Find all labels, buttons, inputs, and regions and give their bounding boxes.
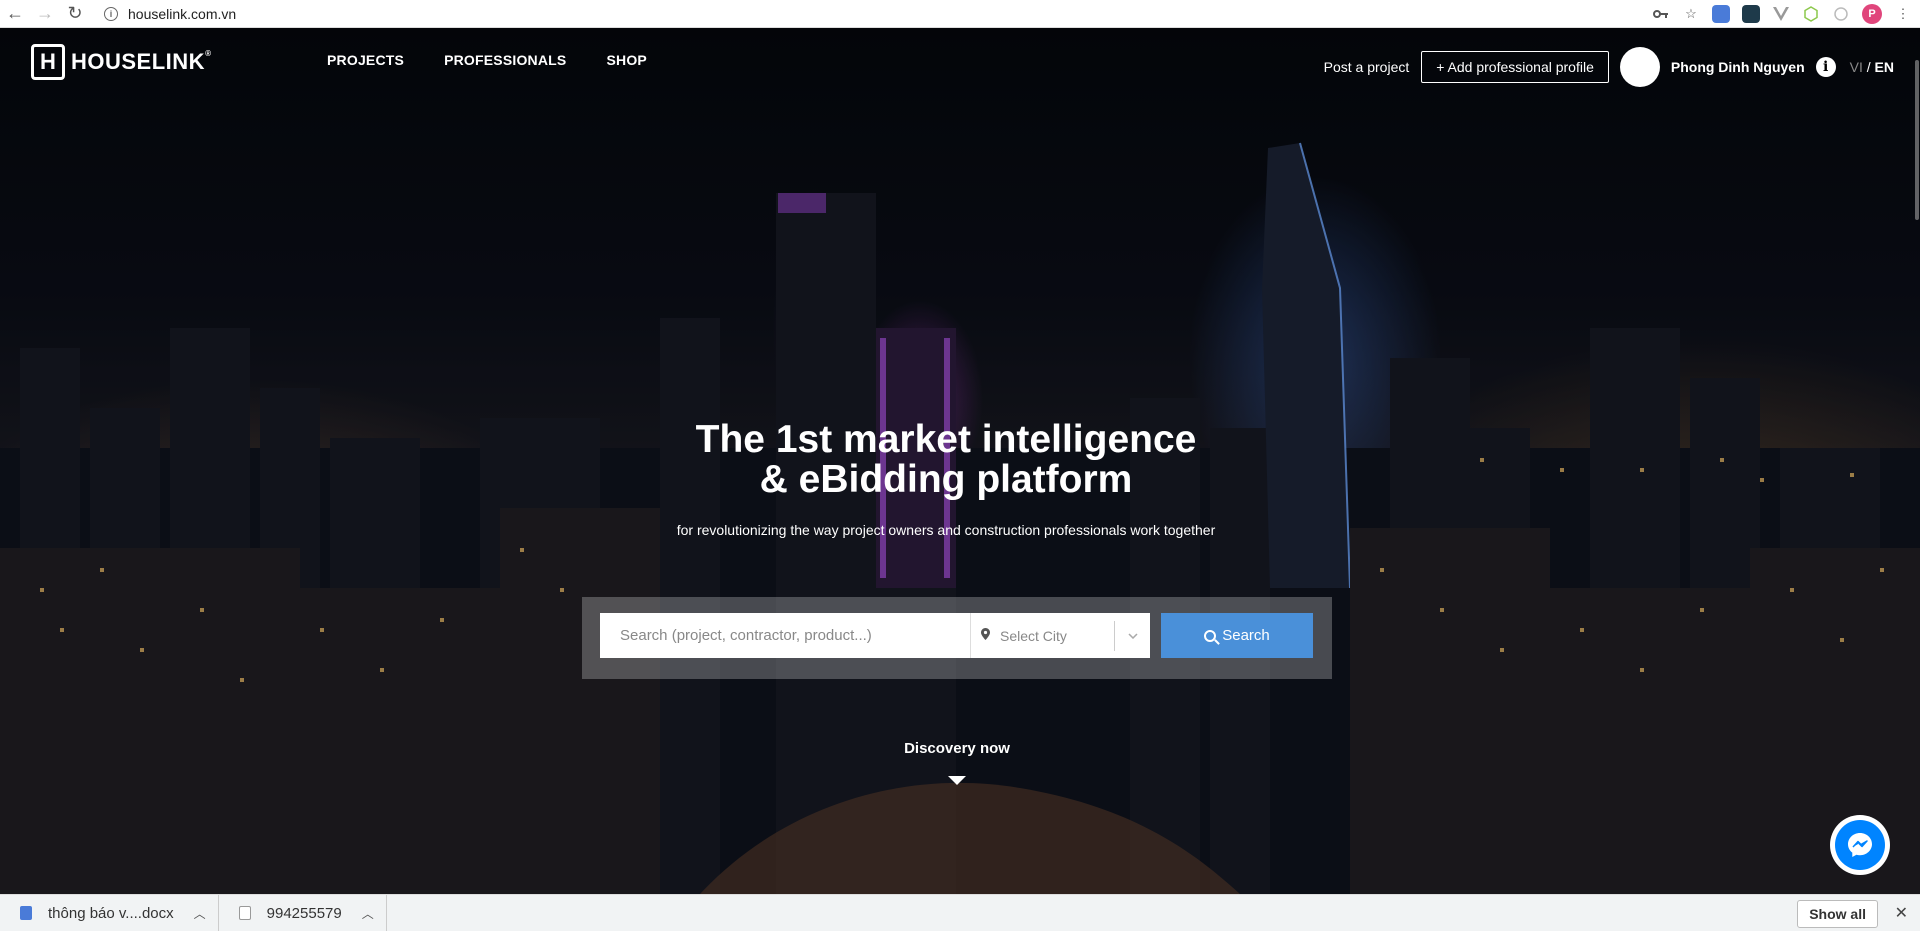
close-icon[interactable]: ✕ bbox=[1895, 903, 1908, 923]
houselink-logo[interactable]: H HOUSELINK® bbox=[31, 44, 211, 80]
post-project-link[interactable]: Post a project bbox=[1324, 59, 1410, 75]
browser-toolbar: ← → ↻ i houselink.com.vn ☆ P ⋮ bbox=[0, 0, 1920, 28]
city-select[interactable]: Select City bbox=[970, 613, 1150, 658]
info-icon[interactable]: i bbox=[1815, 57, 1836, 77]
hero-section: H HOUSELINK® PROJECTS PROFESSIONALS SHOP… bbox=[0, 28, 1920, 894]
downloads-bar: thông báo v....docx ︿ 994255579 ︿ Show a… bbox=[0, 894, 1920, 931]
download-item[interactable]: thông báo v....docx ︿ bbox=[0, 894, 219, 931]
discovery-now-link[interactable]: Discovery now bbox=[0, 740, 1914, 757]
key-icon[interactable] bbox=[1652, 5, 1670, 23]
map-pin-icon bbox=[981, 628, 990, 643]
search-panel: Select City Search bbox=[582, 597, 1332, 679]
chevron-up-icon[interactable]: ︿ bbox=[362, 905, 374, 922]
hero-title-line1: The 1st market intelligence bbox=[695, 418, 1197, 461]
circle-extension-icon[interactable] bbox=[1832, 5, 1850, 23]
hero-title-line2: & eBidding platform bbox=[759, 458, 1133, 501]
download-filename: thông báo v....docx bbox=[48, 904, 174, 922]
lang-separator: / bbox=[1862, 59, 1875, 75]
caret-down-icon[interactable] bbox=[948, 776, 966, 785]
file-icon bbox=[238, 906, 251, 920]
main-nav: PROJECTS PROFESSIONALS SHOP bbox=[327, 52, 647, 68]
nav-shop-link[interactable]: SHOP bbox=[606, 52, 646, 68]
site-header: H HOUSELINK® PROJECTS PROFESSIONALS SHOP… bbox=[0, 28, 1920, 98]
url-text[interactable]: houselink.com.vn bbox=[128, 6, 236, 22]
chevron-up-icon[interactable]: ︿ bbox=[194, 905, 206, 922]
word-document-icon bbox=[20, 906, 32, 920]
react-extension-icon[interactable] bbox=[1742, 5, 1760, 23]
extensions-area: ☆ P ⋮ bbox=[1652, 0, 1920, 28]
language-switcher: VI / EN bbox=[1850, 59, 1894, 75]
hero-subtitle: for revolutionizing the way project owne… bbox=[676, 522, 1216, 538]
download-item[interactable]: 994255579 ︿ bbox=[219, 894, 387, 931]
vue-extension-icon[interactable] bbox=[1772, 5, 1790, 23]
profile-avatar-icon[interactable]: P bbox=[1862, 4, 1882, 24]
search-input[interactable] bbox=[600, 613, 970, 658]
show-all-downloads-button[interactable]: Show all bbox=[1797, 900, 1878, 928]
search-button[interactable]: Search bbox=[1161, 613, 1313, 658]
chevron-down-icon[interactable] bbox=[1114, 620, 1150, 651]
back-icon[interactable]: ← bbox=[0, 0, 30, 28]
reload-icon[interactable]: ↻ bbox=[60, 0, 90, 28]
lang-vi-link[interactable]: VI bbox=[1850, 59, 1863, 75]
add-professional-profile-button[interactable]: + Add professional profile bbox=[1421, 51, 1609, 83]
messenger-chat-button[interactable] bbox=[1830, 815, 1890, 875]
site-info-icon[interactable]: i bbox=[104, 6, 118, 21]
search-icon bbox=[1204, 629, 1217, 642]
bookmark-star-icon[interactable]: ☆ bbox=[1682, 5, 1700, 23]
user-name[interactable]: Phong Dinh Nguyen bbox=[1671, 59, 1805, 75]
forward-icon[interactable]: → bbox=[30, 0, 60, 28]
address-bar[interactable]: i houselink.com.vn bbox=[104, 0, 236, 28]
logo-text: HOUSELINK® bbox=[71, 49, 212, 74]
city-select-label: Select City bbox=[1000, 627, 1067, 644]
download-filename: 994255579 bbox=[266, 904, 342, 922]
node-extension-icon[interactable] bbox=[1802, 5, 1820, 23]
translate-extension-icon[interactable] bbox=[1712, 5, 1730, 23]
scrollbar-thumb[interactable] bbox=[1915, 60, 1919, 220]
browser-menu-icon[interactable]: ⋮ bbox=[1894, 5, 1912, 23]
lang-en-link[interactable]: EN bbox=[1875, 59, 1894, 75]
page-scrollbar[interactable] bbox=[1914, 56, 1920, 894]
hero-title: The 1st market intelligence & eBidding p… bbox=[0, 420, 1892, 500]
nav-professionals-link[interactable]: PROFESSIONALS bbox=[444, 52, 566, 68]
nav-projects-link[interactable]: PROJECTS bbox=[327, 52, 404, 68]
header-right: Post a project + Add professional profil… bbox=[1324, 47, 1894, 87]
messenger-icon bbox=[1835, 820, 1885, 870]
logo-mark-icon: H bbox=[31, 44, 65, 80]
search-button-label: Search bbox=[1222, 627, 1270, 644]
user-avatar[interactable] bbox=[1619, 47, 1660, 87]
